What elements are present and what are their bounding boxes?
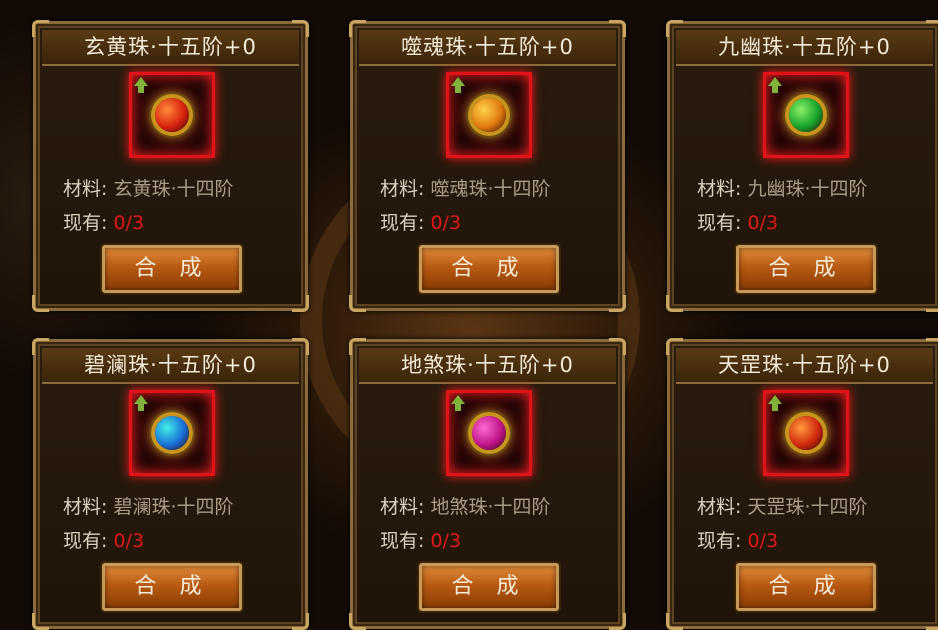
owned-label: 现有: <box>63 530 108 552</box>
material-value: 玄黄珠·十四阶 <box>113 178 234 200</box>
gem-title: 九幽珠·十五阶+0 <box>676 30 933 66</box>
owned-count: 0/3 <box>747 212 779 234</box>
frame-corner <box>349 613 366 630</box>
gem-title: 噬魂珠·十五阶+0 <box>359 30 616 66</box>
gem-card: 地煞珠·十五阶+0 材料: 地煞珠·十四阶 现有: 0/3 合 成 <box>349 338 626 630</box>
owned-count: 0/3 <box>430 530 462 552</box>
frame-corner <box>292 613 309 630</box>
frame-corner <box>292 295 309 312</box>
frame-corner <box>32 295 49 312</box>
owned-row: 现有: 0/3 <box>63 208 144 235</box>
gem-slot[interactable] <box>129 72 215 158</box>
owned-label: 现有: <box>697 530 742 552</box>
material-value: 九幽珠·十四阶 <box>747 178 868 200</box>
material-label: 材料: <box>380 178 425 200</box>
gem-slot[interactable] <box>446 390 532 476</box>
gem-slot[interactable] <box>763 72 849 158</box>
magenta-orb-icon <box>472 416 506 450</box>
gem-card: 天罡珠·十五阶+0 材料: 天罡珠·十四阶 现有: 0/3 合 成 <box>666 338 938 630</box>
synthesize-button[interactable]: 合 成 <box>736 245 876 293</box>
frame-corner <box>609 613 626 630</box>
synthesize-button[interactable]: 合 成 <box>419 563 559 611</box>
owned-count: 0/3 <box>113 212 145 234</box>
owned-label: 现有: <box>697 212 742 234</box>
gem-card: 噬魂珠·十五阶+0 材料: 噬魂珠·十四阶 现有: 0/3 合 成 <box>349 20 626 312</box>
green-up-arrow-icon <box>451 395 465 411</box>
frame-corner <box>32 613 49 630</box>
owned-count: 0/3 <box>430 212 462 234</box>
frame-corner <box>666 295 683 312</box>
owned-label: 现有: <box>380 212 425 234</box>
owned-label: 现有: <box>63 212 108 234</box>
green-up-arrow-icon <box>134 77 148 93</box>
material-label: 材料: <box>63 178 108 200</box>
material-value: 地煞珠·十四阶 <box>430 496 551 518</box>
gem-card: 九幽珠·十五阶+0 材料: 九幽珠·十四阶 现有: 0/3 合 成 <box>666 20 938 312</box>
synthesize-button[interactable]: 合 成 <box>102 563 242 611</box>
material-label: 材料: <box>697 178 742 200</box>
material-label: 材料: <box>380 496 425 518</box>
green-orb-icon <box>789 98 823 132</box>
gem-card: 碧澜珠·十五阶+0 材料: 碧澜珠·十四阶 现有: 0/3 合 成 <box>32 338 309 630</box>
owned-count: 0/3 <box>747 530 779 552</box>
owned-row: 现有: 0/3 <box>380 208 461 235</box>
owned-label: 现有: <box>380 530 425 552</box>
frame-corner <box>609 295 626 312</box>
synthesize-button[interactable]: 合 成 <box>102 245 242 293</box>
material-value: 噬魂珠·十四阶 <box>430 178 551 200</box>
gem-title: 玄黄珠·十五阶+0 <box>42 30 299 66</box>
green-up-arrow-icon <box>768 395 782 411</box>
red-orb-icon <box>789 416 823 450</box>
gem-title: 地煞珠·十五阶+0 <box>359 348 616 384</box>
gem-slot[interactable] <box>129 390 215 476</box>
gem-slot[interactable] <box>446 72 532 158</box>
cyan-orb-icon <box>155 416 189 450</box>
gem-card: 玄黄珠·十五阶+0 材料: 玄黄珠·十四阶 现有: 0/3 合 成 <box>32 20 309 312</box>
gem-title: 天罡珠·十五阶+0 <box>676 348 933 384</box>
green-up-arrow-icon <box>451 77 465 93</box>
material-label: 材料: <box>63 496 108 518</box>
frame-corner <box>926 613 938 630</box>
green-up-arrow-icon <box>768 77 782 93</box>
gem-slot[interactable] <box>763 390 849 476</box>
material-row: 材料: 九幽珠·十四阶 <box>697 174 868 201</box>
material-label: 材料: <box>697 496 742 518</box>
frame-corner <box>666 613 683 630</box>
owned-row: 现有: 0/3 <box>697 526 778 553</box>
material-row: 材料: 玄黄珠·十四阶 <box>63 174 234 201</box>
material-row: 材料: 噬魂珠·十四阶 <box>380 174 551 201</box>
synthesize-button[interactable]: 合 成 <box>736 563 876 611</box>
material-row: 材料: 地煞珠·十四阶 <box>380 492 551 519</box>
material-value: 天罡珠·十四阶 <box>747 496 868 518</box>
material-row: 材料: 天罡珠·十四阶 <box>697 492 868 519</box>
owned-count: 0/3 <box>113 530 145 552</box>
frame-corner <box>349 295 366 312</box>
red-orb-icon <box>155 98 189 132</box>
owned-row: 现有: 0/3 <box>697 208 778 235</box>
green-up-arrow-icon <box>134 395 148 411</box>
orange-orb-icon <box>472 98 506 132</box>
material-value: 碧澜珠·十四阶 <box>113 496 234 518</box>
material-row: 材料: 碧澜珠·十四阶 <box>63 492 234 519</box>
gem-title: 碧澜珠·十五阶+0 <box>42 348 299 384</box>
frame-corner <box>926 295 938 312</box>
owned-row: 现有: 0/3 <box>63 526 144 553</box>
synthesize-button[interactable]: 合 成 <box>419 245 559 293</box>
owned-row: 现有: 0/3 <box>380 526 461 553</box>
